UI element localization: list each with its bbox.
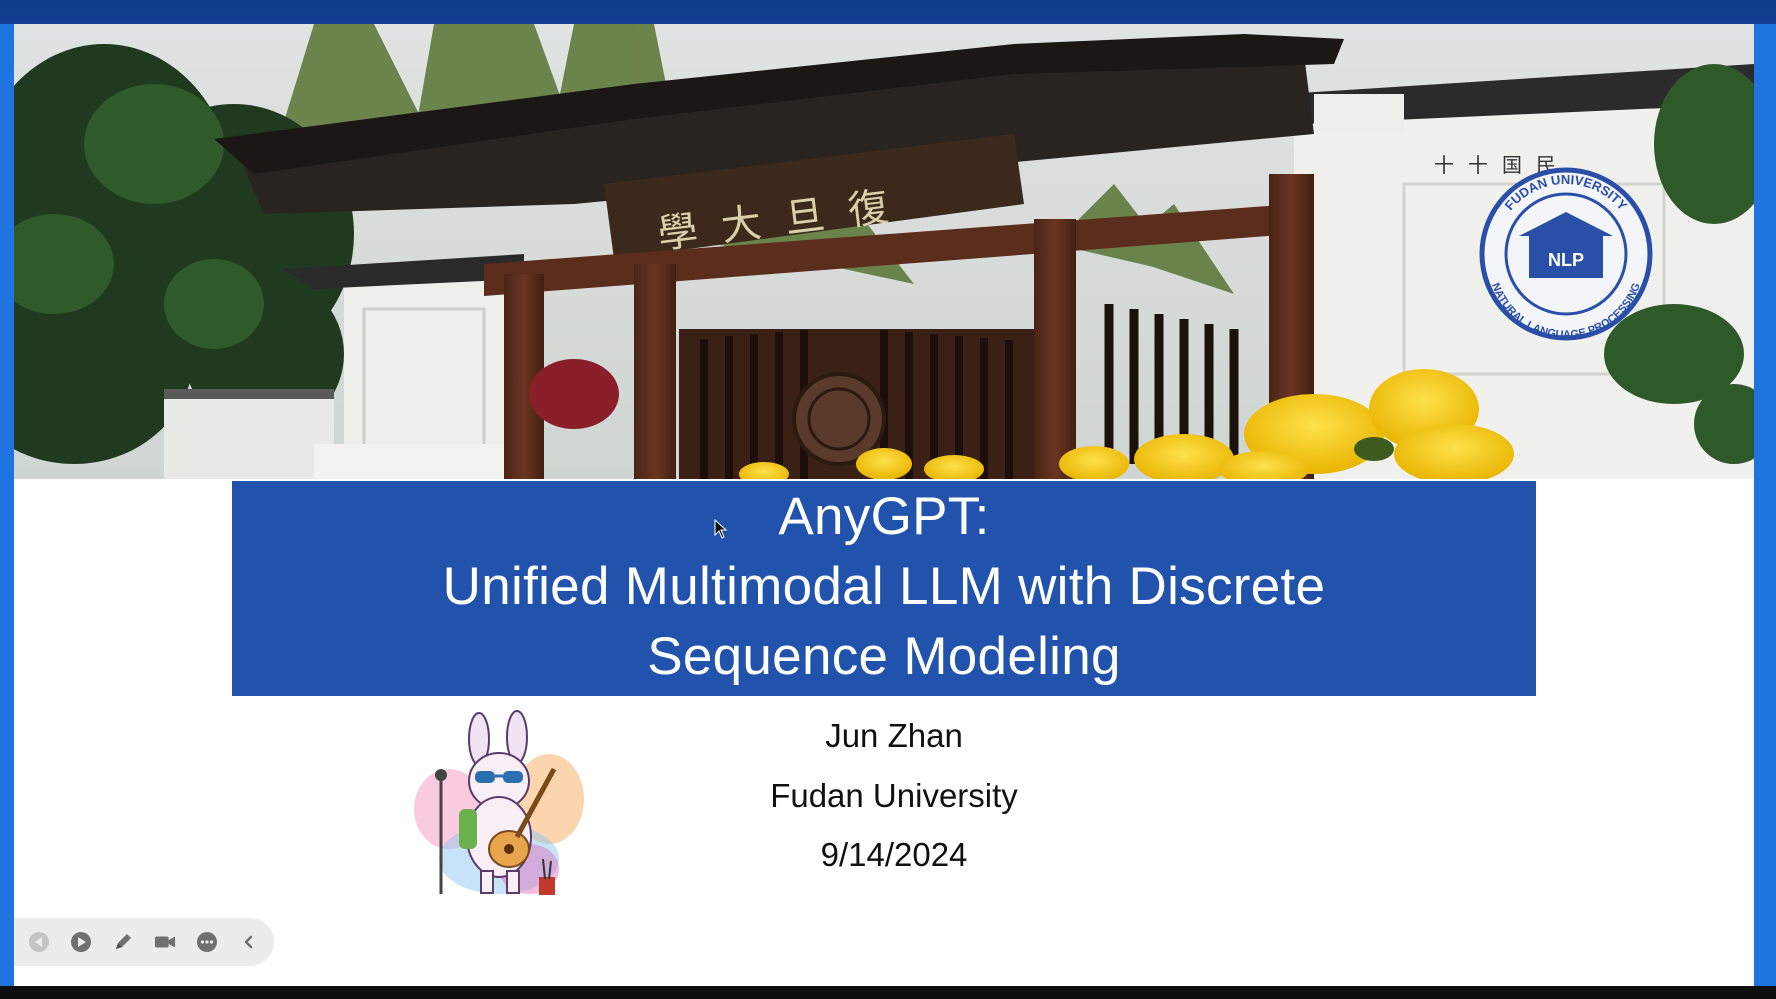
pen-icon xyxy=(116,934,131,949)
next-slide-button[interactable] xyxy=(70,931,92,953)
title-box: AnyGPT: Unified Multimodal LLM with Disc… xyxy=(232,481,1536,696)
more-icon xyxy=(197,932,217,952)
chevron-left-icon xyxy=(244,935,253,949)
author-affiliation: Fudan University xyxy=(770,777,1018,814)
camera-button[interactable] xyxy=(154,931,176,953)
window-bottom-bar xyxy=(0,986,1776,999)
collapse-toolbar-button[interactable] xyxy=(238,931,260,953)
pen-button[interactable] xyxy=(112,931,134,953)
slide-canvas: 十十国民 學大旦復 NLP FUDAN UNIVERSITY NATURAL L… xyxy=(14,24,1754,986)
presentation-date: 9/14/2024 xyxy=(820,836,968,873)
slide-subtitle-line-2: Sequence Modeling xyxy=(647,627,1121,686)
more-options-button[interactable] xyxy=(196,931,218,953)
window-top-bar xyxy=(0,0,1776,24)
previous-slide-button[interactable] xyxy=(28,931,50,953)
svg-text:NLP: NLP xyxy=(1548,250,1584,270)
banner-photo: 十十国民 學大旦復 NLP FUDAN UNIVERSITY NATURAL L… xyxy=(14,24,1754,479)
slide-subtitle-line-1: Unified Multimodal LLM with Discrete xyxy=(442,557,1326,616)
presentation-toolbar xyxy=(14,918,274,966)
anygpt-mascot-illustration xyxy=(414,710,584,895)
play-icon xyxy=(71,932,91,952)
back-arrow-icon xyxy=(29,932,49,952)
video-camera-icon xyxy=(154,936,176,948)
slide-title: AnyGPT: xyxy=(778,487,990,546)
author-name: Jun Zhan xyxy=(825,717,963,754)
mouse-cursor-icon xyxy=(714,519,728,539)
presentation-window: 十十国民 學大旦復 NLP FUDAN UNIVERSITY NATURAL L… xyxy=(0,0,1776,999)
